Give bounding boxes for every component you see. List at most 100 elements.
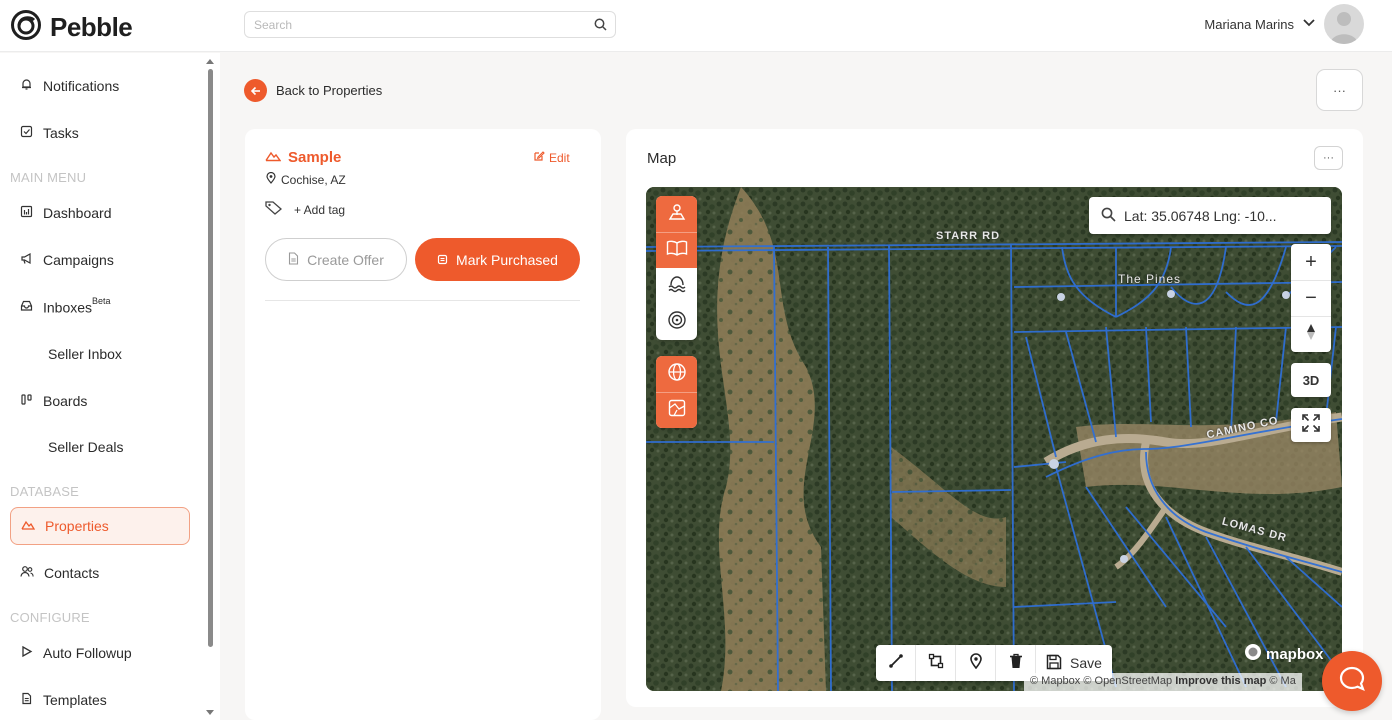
line-tool-icon	[888, 653, 904, 674]
user-name: Mariana Marins	[1204, 16, 1294, 32]
page-more-button[interactable]: ···	[1316, 69, 1363, 111]
draw-point-button[interactable]	[956, 645, 996, 681]
sidebar-item-label: Campaigns	[43, 252, 114, 268]
sidebar-item-seller-deals[interactable]: Seller Deals	[10, 428, 190, 466]
mapbox-label: mapbox	[1266, 645, 1324, 663]
create-offer-button[interactable]: Create Offer	[265, 238, 407, 281]
polygon-tool-icon	[928, 653, 944, 674]
zoom-in-button[interactable]: +	[1291, 244, 1331, 280]
search-input[interactable]	[245, 12, 575, 37]
section-label-configure: CONFIGURE	[10, 610, 90, 625]
map-layer-toolbar	[656, 196, 697, 340]
attribution-text: © Mapbox © OpenStreetMap	[1030, 675, 1173, 687]
globe-view-button[interactable]	[656, 356, 697, 392]
edit-button[interactable]: Edit	[533, 150, 570, 165]
compass-button[interactable]	[1291, 316, 1331, 352]
mark-purchased-label: Mark Purchased	[456, 251, 558, 268]
map-pin-icon	[266, 171, 276, 187]
mountain-icon	[265, 149, 282, 166]
property-name: Sample	[288, 149, 342, 166]
document-icon	[288, 251, 299, 268]
support-chat-button[interactable]	[1322, 651, 1382, 711]
sidebar-item-label: Templates	[43, 692, 107, 708]
fullscreen-button[interactable]	[1291, 408, 1331, 442]
dashboard-icon	[20, 205, 33, 221]
map-person-icon	[667, 202, 687, 227]
property-tags: + Add tag	[264, 200, 345, 219]
sidebar-item-inboxes[interactable]: InboxesBeta	[10, 288, 190, 326]
sidebar-scroll-thumb[interactable]	[208, 69, 213, 647]
trash-icon	[1009, 653, 1023, 674]
app-logo[interactable]: Pebble	[10, 9, 133, 46]
sidebar-item-label: Tasks	[43, 125, 79, 141]
sidebar-item-contacts[interactable]: Contacts	[10, 554, 190, 592]
globe-icon	[667, 362, 687, 387]
edit-label: Edit	[549, 150, 570, 165]
sidebar-item-label: Seller Deals	[48, 439, 124, 455]
map-more-button[interactable]: ···	[1314, 146, 1343, 170]
document-icon	[20, 692, 33, 708]
top-header: Pebble Mariana Marins	[0, 0, 1392, 52]
sidebar-item-boards[interactable]: Boards	[10, 382, 190, 420]
sidebar-item-label: InboxesBeta	[43, 296, 111, 316]
checkbox-icon	[20, 125, 33, 141]
scroll-down-icon[interactable]	[205, 709, 215, 717]
sidebar-item-campaigns[interactable]: Campaigns	[10, 241, 190, 279]
avatar[interactable]	[1324, 4, 1364, 44]
road-label: STARR RD	[936, 230, 1001, 242]
toggle-3d-button[interactable]: 3D	[1291, 363, 1331, 397]
draw-polygon-button[interactable]	[916, 645, 956, 681]
sidebar-item-seller-inbox[interactable]: Seller Inbox	[10, 335, 190, 373]
add-tag-button[interactable]: + Add tag	[294, 203, 345, 217]
sidebar-item-label: Dashboard	[43, 205, 112, 221]
mapbox-logo[interactable]: mapbox	[1244, 643, 1324, 665]
map-attribution: © Mapbox © OpenStreetMap Improve this ma…	[1024, 673, 1302, 691]
layer-parcels-button[interactable]	[656, 196, 697, 232]
property-location: Cochise, AZ	[266, 171, 346, 187]
map-pin-icon	[969, 652, 983, 674]
sidebar-item-label: Notifications	[43, 78, 120, 94]
sidebar-item-label: Seller Inbox	[48, 346, 122, 362]
users-icon	[20, 565, 34, 581]
mapbox-icon	[1244, 643, 1262, 665]
global-search[interactable]	[244, 11, 616, 38]
zoom-controls: + −	[1291, 244, 1331, 352]
improve-map-link[interactable]: Improve this map	[1175, 675, 1266, 687]
satellite-map[interactable]: STARR RD The Pines CAMINO CO LOMAS DR La…	[646, 187, 1342, 691]
sidebar-item-auto-followup[interactable]: Auto Followup	[10, 634, 190, 672]
chevron-down-icon[interactable]	[1302, 15, 1316, 33]
zoom-out-button[interactable]: −	[1291, 280, 1331, 316]
sidebar-scrollbar[interactable]	[205, 57, 215, 717]
edit-icon	[533, 150, 545, 165]
draw-line-button[interactable]	[876, 645, 916, 681]
map-coordinate-search[interactable]: Lat: 35.06748 Lng: -10...	[1089, 197, 1331, 234]
kanban-icon	[20, 393, 33, 409]
back-label: Back to Properties	[276, 83, 383, 98]
layer-flood-button[interactable]	[656, 268, 697, 304]
mark-purchased-button[interactable]: Mark Purchased	[415, 238, 580, 281]
sidebar-item-properties[interactable]: Properties	[10, 507, 190, 545]
app-name: Pebble	[50, 12, 133, 42]
sidebar-item-templates[interactable]: Templates	[10, 681, 190, 719]
search-icon[interactable]	[594, 18, 607, 36]
bell-icon	[20, 78, 33, 94]
map-layers-icon	[667, 398, 687, 423]
sidebar-item-tasks[interactable]: Tasks	[10, 114, 190, 152]
sidebar-item-dashboard[interactable]: Dashboard	[10, 194, 190, 232]
user-menu[interactable]: Mariana Marins	[1204, 4, 1364, 44]
search-icon	[1101, 207, 1116, 225]
chat-bubble-icon	[1338, 665, 1366, 698]
sidebar-item-notifications[interactable]: Notifications	[10, 67, 190, 105]
pebble-logo-icon	[10, 9, 42, 46]
layer-topography-button[interactable]	[656, 304, 697, 340]
book-open-icon	[666, 239, 688, 262]
tag-icon	[264, 200, 284, 219]
property-card: Sample Edit Cochise, AZ + Add tag Create…	[245, 129, 601, 720]
place-label: The Pines	[1118, 272, 1182, 286]
layer-map-button[interactable]	[656, 232, 697, 268]
back-to-properties-link[interactable]: Back to Properties	[244, 79, 382, 102]
arrow-left-icon[interactable]	[244, 79, 267, 102]
scroll-up-icon[interactable]	[205, 57, 215, 65]
inbox-icon	[20, 299, 33, 315]
satellite-view-button[interactable]	[656, 392, 697, 428]
